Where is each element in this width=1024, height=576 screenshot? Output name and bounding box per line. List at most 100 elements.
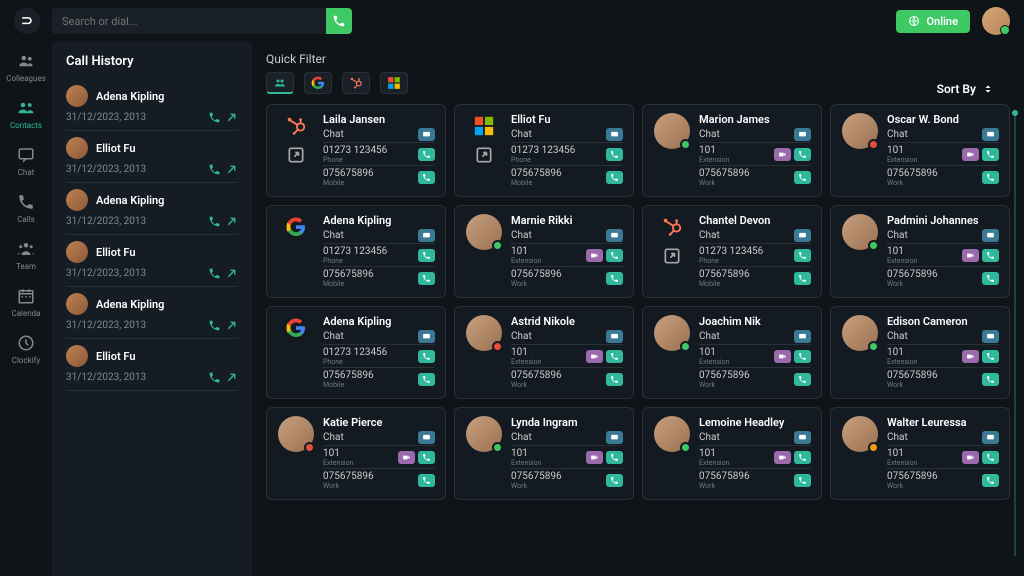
- vid-button[interactable]: [962, 350, 979, 363]
- msg-button[interactable]: [982, 330, 999, 343]
- msg-button[interactable]: [794, 229, 811, 242]
- call-button[interactable]: [982, 373, 999, 386]
- msg-button[interactable]: [982, 431, 999, 444]
- history-item[interactable]: Elliot Fu31/12/2023, 2013: [66, 235, 238, 287]
- phone-icon[interactable]: [208, 111, 221, 124]
- call-button[interactable]: [606, 148, 623, 161]
- call-button[interactable]: [982, 148, 999, 161]
- call-button[interactable]: [982, 272, 999, 285]
- vid-button[interactable]: [962, 148, 979, 161]
- nav-calls[interactable]: Calls: [0, 189, 52, 228]
- history-item[interactable]: Adena Kipling31/12/2023, 2013: [66, 287, 238, 339]
- nav-chat[interactable]: Chat: [0, 142, 52, 181]
- contact-card[interactable]: Katie PierceChat101Extension075675896Wor…: [266, 407, 446, 500]
- phone-icon[interactable]: [208, 371, 221, 384]
- nav-clockify[interactable]: Clockify: [0, 330, 52, 369]
- call-button[interactable]: [606, 272, 623, 285]
- call-button[interactable]: [606, 451, 623, 464]
- external-link-icon[interactable]: [662, 246, 682, 269]
- call-button[interactable]: [794, 350, 811, 363]
- msg-button[interactable]: [982, 128, 999, 141]
- contact-card[interactable]: Marion JamesChat101Extension075675896Wor…: [642, 104, 822, 197]
- filter-hubspot-button[interactable]: [342, 72, 370, 94]
- msg-button[interactable]: [418, 128, 435, 141]
- call-button[interactable]: [418, 171, 435, 184]
- call-button[interactable]: [982, 249, 999, 262]
- filter-microsoft-button[interactable]: [380, 72, 408, 94]
- call-button[interactable]: [982, 451, 999, 464]
- msg-button[interactable]: [418, 229, 435, 242]
- vid-button[interactable]: [774, 451, 791, 464]
- call-button[interactable]: [418, 474, 435, 487]
- sort-by-button[interactable]: Sort By: [937, 82, 994, 96]
- phone-icon[interactable]: [208, 163, 221, 176]
- nav-contacts[interactable]: Contacts: [0, 95, 52, 134]
- call-button[interactable]: [982, 474, 999, 487]
- vid-button[interactable]: [774, 350, 791, 363]
- contact-card[interactable]: Edison CameronChat101Extension075675896W…: [830, 306, 1010, 399]
- call-button[interactable]: [794, 373, 811, 386]
- history-item[interactable]: Elliot Fu31/12/2023, 2013: [66, 131, 238, 183]
- contact-card[interactable]: Astrid NikoleChat101Extension075675896Wo…: [454, 306, 634, 399]
- msg-button[interactable]: [606, 229, 623, 242]
- vid-button[interactable]: [774, 148, 791, 161]
- msg-button[interactable]: [794, 431, 811, 444]
- search-input[interactable]: [52, 8, 326, 34]
- call-button[interactable]: [606, 350, 623, 363]
- contact-card[interactable]: Oscar W. BondChat101Extension075675896Wo…: [830, 104, 1010, 197]
- filter-people-button[interactable]: [266, 72, 294, 94]
- call-button[interactable]: [606, 373, 623, 386]
- vid-button[interactable]: [962, 249, 979, 262]
- history-item[interactable]: Elliot Fu31/12/2023, 2013: [66, 339, 238, 391]
- call-button[interactable]: [418, 249, 435, 262]
- call-button[interactable]: [794, 249, 811, 262]
- call-button[interactable]: [606, 171, 623, 184]
- msg-button[interactable]: [418, 431, 435, 444]
- contact-card[interactable]: Adena KiplingChat01273 123456Phone075675…: [266, 205, 446, 298]
- call-button[interactable]: [982, 350, 999, 363]
- call-button[interactable]: [982, 171, 999, 184]
- vid-button[interactable]: [586, 249, 603, 262]
- contact-card[interactable]: Lemoine HeadleyChat101Extension075675896…: [642, 407, 822, 500]
- call-button[interactable]: [606, 249, 623, 262]
- contact-card[interactable]: Lynda IngramChat101Extension075675896Wor…: [454, 407, 634, 500]
- scrollbar-thumb[interactable]: [1012, 110, 1018, 116]
- scrollbar-track[interactable]: [1014, 110, 1016, 556]
- nav-team[interactable]: Team: [0, 236, 52, 275]
- external-link-icon[interactable]: [474, 145, 494, 168]
- msg-button[interactable]: [606, 330, 623, 343]
- call-button[interactable]: [794, 272, 811, 285]
- app-logo[interactable]: ⊃: [14, 8, 40, 34]
- contact-card[interactable]: Joachim NikChat101Extension075675896Work: [642, 306, 822, 399]
- online-status-button[interactable]: Online: [896, 10, 970, 33]
- call-button[interactable]: [794, 148, 811, 161]
- call-button[interactable]: [794, 451, 811, 464]
- contact-card[interactable]: Marnie RikkiChat101Extension075675896Wor…: [454, 205, 634, 298]
- history-item[interactable]: Adena Kipling31/12/2023, 2013: [66, 79, 238, 131]
- user-avatar[interactable]: [982, 7, 1010, 35]
- filter-google-button[interactable]: [304, 72, 332, 94]
- call-button[interactable]: [418, 272, 435, 285]
- vid-button[interactable]: [586, 451, 603, 464]
- phone-icon[interactable]: [208, 319, 221, 332]
- msg-button[interactable]: [418, 330, 435, 343]
- nav-calendar[interactable]: Calenda: [0, 283, 52, 322]
- phone-icon[interactable]: [208, 267, 221, 280]
- msg-button[interactable]: [794, 128, 811, 141]
- nav-colleagues[interactable]: Colleagues: [0, 48, 52, 87]
- history-item[interactable]: Adena Kipling31/12/2023, 2013: [66, 183, 238, 235]
- contact-card[interactable]: Padmini JohannesChat101Extension07567589…: [830, 205, 1010, 298]
- vid-button[interactable]: [962, 451, 979, 464]
- vid-button[interactable]: [398, 451, 415, 464]
- call-button[interactable]: [606, 474, 623, 487]
- dial-button[interactable]: [326, 8, 352, 34]
- contact-card[interactable]: Elliot FuChat01273 123456Phone075675896M…: [454, 104, 634, 197]
- msg-button[interactable]: [606, 128, 623, 141]
- call-button[interactable]: [418, 451, 435, 464]
- external-link-icon[interactable]: [286, 145, 306, 168]
- msg-button[interactable]: [606, 431, 623, 444]
- contact-card[interactable]: Chantel DevonChat01273 123456Phone075675…: [642, 205, 822, 298]
- call-button[interactable]: [794, 474, 811, 487]
- call-button[interactable]: [418, 373, 435, 386]
- contact-card[interactable]: Walter LeuressaChat101Extension075675896…: [830, 407, 1010, 500]
